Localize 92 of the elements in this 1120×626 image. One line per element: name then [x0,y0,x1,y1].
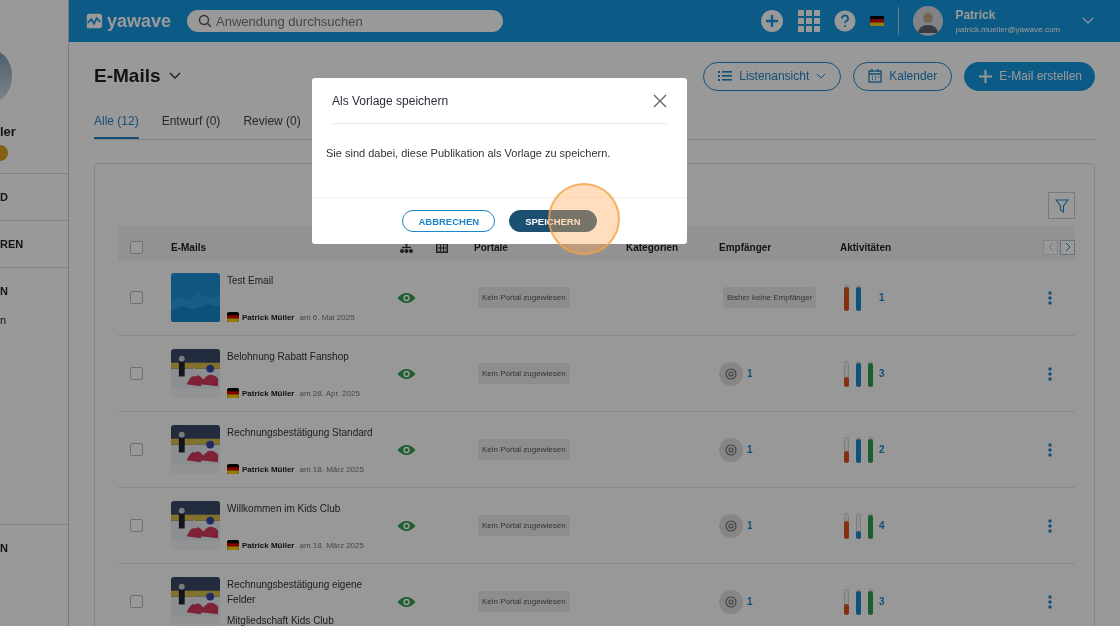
sidebar-item[interactable]: N [0,285,8,297]
chevron-down-icon [816,73,827,79]
email-title[interactable]: Test Email [227,273,355,288]
checkbox[interactable] [130,291,143,304]
list-icon [718,70,733,82]
column-header: Aktivitäten [840,241,892,253]
checkbox[interactable] [130,595,143,608]
calendar-button[interactable]: Kalender [853,61,953,91]
cancel-button[interactable]: ABBRECHEN [402,210,496,232]
tab[interactable]: Alle (12) [94,110,139,139]
more-icon[interactable] [1048,290,1052,305]
more-icon[interactable] [1048,594,1052,609]
author-name: Patrick Müller [242,540,295,550]
plus-icon [979,69,993,83]
date-text: am 28. Apr. 2025 [299,388,360,398]
eye-icon[interactable] [396,291,416,304]
flag-icon [227,540,239,550]
portal-tag: Kein Portal zugewiesen [478,591,570,612]
more-icon[interactable] [1048,366,1052,381]
author-name: Patrick Müller [242,464,295,474]
checkbox[interactable] [130,443,143,456]
logo-icon [85,12,103,30]
email-subtitle: Mitgliedschaft Kids Club [227,615,335,626]
sidebar-item[interactable]: n [0,314,7,326]
portal-tag: Kein Portal zugewiesen [478,515,570,536]
portal-tag: Kein Portal zugewiesen [478,363,570,384]
activity-count[interactable]: 3 [879,596,885,607]
next-button[interactable] [1060,239,1075,255]
author-name: Patrick Müller [242,312,295,322]
user-name: Patrick [955,8,997,22]
recipient-count[interactable]: 1 [747,444,753,455]
eye-icon[interactable] [396,595,416,608]
filter-button[interactable] [1048,192,1075,219]
user-email: patrick.mueller@yawave.com [955,25,1060,34]
activity-count[interactable]: 3 [879,368,885,379]
email-title[interactable]: Belohnung Rabatt Fanshop [227,349,360,364]
apps-grid-icon[interactable] [798,10,821,32]
add-icon[interactable] [760,9,785,33]
activity-count[interactable]: 2 [879,444,885,455]
activity-count[interactable]: 1 [879,292,885,303]
dialog-message: Sie sind dabei, diese Publikation als Vorlage zu speichern. [326,147,612,161]
page-title: E-Mails [94,65,161,87]
recipients-tag: Bisher keine Empfänger [723,287,817,308]
date-text: am 18. März 2025 [299,540,364,550]
column-header: Kategorien [626,241,679,253]
activity-count[interactable]: 4 [879,520,885,531]
tab[interactable]: Review (0) [243,110,301,139]
recipient-count[interactable]: 1 [747,520,753,531]
filter-icon [1054,198,1069,213]
logo: yawave [107,10,172,32]
user-name: ler [0,124,17,139]
eye-icon[interactable] [396,443,416,456]
checkbox[interactable] [130,519,143,532]
portal-tag: Kein Portal zugewiesen [478,287,570,308]
calendar-icon [868,69,883,83]
portal-tag: Kein Portal zugewiesen [478,439,570,460]
create-button[interactable]: E-Mail erstellen [964,61,1095,91]
flag-icon [227,464,239,474]
dialog-title: Als Vorlage speichern [332,93,449,108]
help-icon[interactable] [834,10,857,32]
email-title[interactable]: Rechnungsbestätigung Standard [227,425,373,440]
chevron-left-icon [1047,242,1054,252]
date-text: am 6. Mai 2025 [299,312,355,322]
date-text: am 18. März 2025 [299,464,364,474]
email-title[interactable]: Willkommen im Kids Club [227,501,364,516]
previous-button[interactable] [1043,239,1058,255]
sidebar-item[interactable]: N [0,542,8,554]
recipient-count[interactable]: 1 [747,368,753,379]
search-field[interactable]: Anwendung durchsuchen [187,10,504,32]
flag-icon [227,312,239,322]
recipient-count[interactable]: 1 [747,596,753,607]
eye-icon[interactable] [396,367,416,380]
search-icon [198,14,213,28]
email-title[interactable]: Rechnungsbestätigung eigene Felder [227,577,376,607]
sidebar-item[interactable]: REN [0,238,24,250]
checkbox[interactable] [130,367,143,380]
close-icon[interactable] [653,93,667,108]
checkbox[interactable] [130,240,143,254]
chevron-right-icon [1064,242,1071,252]
avatar[interactable] [913,6,944,36]
more-icon[interactable] [1048,518,1052,533]
list-view-button[interactable]: Listenansicht [703,61,842,91]
chevron-down-icon[interactable] [168,72,181,80]
author-name: Patrick Müller [242,388,295,398]
flag-icon[interactable] [870,16,885,26]
column-header: Empfänger [719,241,772,253]
eye-icon[interactable] [396,519,416,532]
column-header: E-Mails [171,241,206,253]
sidebar-item[interactable]: D [0,191,8,203]
more-icon[interactable] [1048,442,1052,457]
flag-icon [227,388,239,398]
tab[interactable]: Entwurf (0) [161,110,221,139]
